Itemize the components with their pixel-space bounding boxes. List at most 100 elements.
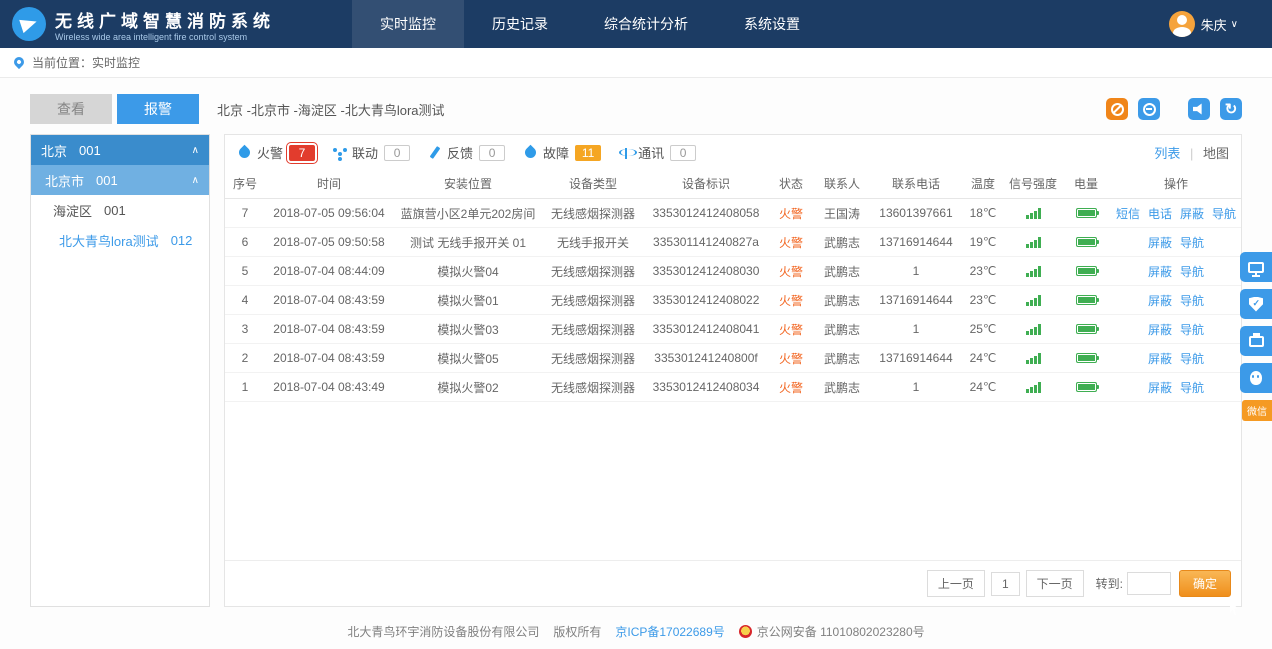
column-header: 电量	[1061, 175, 1111, 192]
refresh-icon[interactable]	[1220, 98, 1242, 120]
cell-device-id: 3353012412408041	[643, 322, 769, 336]
action-link[interactable]: 导航	[1180, 236, 1204, 250]
page-number-button[interactable]: 1	[991, 572, 1020, 596]
pagination: 上一页 1 下一页 转到: 确定	[225, 560, 1241, 606]
cell-device-id: 3353012412408058	[643, 206, 769, 220]
footer-police: 京公网安备 11010802023280号	[739, 623, 925, 640]
action-link[interactable]: 导航	[1180, 381, 1204, 395]
main-nav: 实时监控 历史记录 综合统计分析 系统设置	[352, 0, 828, 48]
action-link[interactable]: 导航	[1212, 207, 1236, 221]
column-header: 温度	[961, 175, 1005, 192]
user-menu[interactable]: 朱庆 ∨	[1169, 11, 1238, 37]
cell-device-type: 无线感烟探测器	[543, 205, 643, 222]
filter-fire-alarm[interactable]: 火警 7	[237, 143, 315, 162]
speaker-icon[interactable]	[1188, 98, 1210, 120]
nav-statistics[interactable]: 综合统计分析	[576, 0, 716, 48]
location-text: 当前位置：实时监控	[32, 54, 140, 71]
tree-item-haidian[interactable]: 海淀区 001	[31, 195, 209, 225]
action-link[interactable]: 短信	[1116, 207, 1140, 221]
page: 无线广域智慧消防系统 Wireless wide area intelligen…	[0, 0, 1272, 647]
cell-signal	[1005, 353, 1061, 364]
cell-contact: 武鹏志	[813, 321, 871, 338]
action-link[interactable]: 屏蔽	[1148, 294, 1172, 308]
table-row: 3 2018-07-04 08:43:59 模拟火警03 无线感烟探测器 335…	[225, 315, 1241, 344]
action-link[interactable]: 导航	[1180, 294, 1204, 308]
signal-strength-icon	[1026, 324, 1041, 335]
wechat-button[interactable]: 微信	[1242, 400, 1272, 421]
minus-circle-icon[interactable]	[1138, 98, 1160, 120]
table-row: 7 2018-07-05 09:56:04 蓝旗营小区2单元202房间 无线感烟…	[225, 199, 1241, 228]
police-record-link[interactable]: 京公网安备 11010802023280号	[757, 623, 925, 640]
action-link[interactable]: 屏蔽	[1148, 381, 1172, 395]
flame-icon	[237, 144, 253, 160]
action-link[interactable]: 导航	[1180, 323, 1204, 337]
monitor-tool-button[interactable]	[1240, 252, 1272, 282]
printer-tool-button[interactable]	[1240, 326, 1272, 356]
app-header: 无线广域智慧消防系统 Wireless wide area intelligen…	[0, 0, 1272, 48]
action-link[interactable]: 屏蔽	[1148, 323, 1172, 337]
ban-icon[interactable]	[1106, 98, 1128, 120]
cell-time: 2018-07-04 08:44:09	[265, 264, 393, 278]
qq-tool-button[interactable]	[1240, 363, 1272, 393]
view-map-toggle[interactable]: 地图	[1203, 146, 1229, 161]
cell-time: 2018-07-05 09:56:04	[265, 206, 393, 220]
cell-signal	[1005, 208, 1061, 219]
confirm-button[interactable]: 确定	[1179, 570, 1231, 597]
column-header: 时间	[265, 175, 393, 192]
location-bar: 当前位置：实时监控	[0, 48, 1272, 78]
action-link[interactable]: 屏蔽	[1148, 265, 1172, 279]
count-badge: 0	[670, 145, 696, 161]
cell-location: 测试 无线手报开关 01	[393, 234, 543, 251]
collapse-caret-icon: ∧	[192, 145, 199, 156]
view-list-toggle[interactable]: 列表	[1154, 146, 1180, 161]
prev-page-button[interactable]: 上一页	[927, 570, 985, 597]
tree-item-lora-test[interactable]: 北大青鸟lora测试 012	[31, 225, 209, 255]
toolbar: 查看 报警 北京 -北京市 -海淀区 -北大青鸟lora测试	[30, 94, 1242, 124]
tab-alarm[interactable]: 报警	[117, 94, 199, 124]
nav-realtime-monitoring[interactable]: 实时监控	[352, 0, 464, 48]
action-link[interactable]: 导航	[1180, 265, 1204, 279]
tree-item-beijing-city[interactable]: 北京市 001 ∧	[31, 165, 209, 195]
next-page-button[interactable]: 下一页	[1026, 570, 1084, 597]
cell-index: 2	[225, 351, 265, 365]
filter-comm[interactable]: 通讯 0	[619, 143, 696, 162]
avatar	[1169, 11, 1195, 37]
cell-device-type: 无线手报开关	[543, 234, 643, 251]
cell-device-type: 无线感烟探测器	[543, 321, 643, 338]
glyph	[1193, 103, 1205, 115]
nav-history[interactable]: 历史记录	[464, 0, 576, 48]
icp-link[interactable]: 京ICP备17022689号	[615, 623, 724, 640]
cell-location: 模拟火警05	[393, 350, 543, 367]
shield-tool-button[interactable]	[1240, 289, 1272, 319]
cell-actions: 屏蔽导航	[1111, 263, 1241, 280]
column-header: 联系人	[813, 175, 871, 192]
filter-fault[interactable]: 故障 11	[523, 143, 601, 162]
tab-view[interactable]: 查看	[30, 94, 112, 124]
tree-item-beijing[interactable]: 北京 001 ∧	[31, 135, 209, 165]
goto-page-input[interactable]	[1127, 572, 1171, 595]
signal-strength-icon	[1026, 295, 1041, 306]
app-logo: 无线广域智慧消防系统 Wireless wide area intelligen…	[0, 7, 352, 42]
filter-feedback[interactable]: 反馈 0	[428, 143, 505, 162]
cell-actions: 屏蔽导航	[1111, 350, 1241, 367]
cell-time: 2018-07-05 09:50:58	[265, 235, 393, 249]
action-link[interactable]: 电话	[1148, 207, 1172, 221]
cell-contact: 武鹏志	[813, 292, 871, 309]
cell-phone: 13716914644	[871, 235, 961, 249]
tree-item-count: 001	[104, 203, 126, 218]
logo-arrow-icon	[12, 7, 46, 41]
action-link[interactable]: 导航	[1180, 352, 1204, 366]
nav-settings[interactable]: 系统设置	[716, 0, 828, 48]
filter-linkage[interactable]: 联动 0	[333, 143, 410, 162]
action-link[interactable]: 屏蔽	[1148, 236, 1172, 250]
action-link[interactable]: 屏蔽	[1148, 352, 1172, 366]
action-link[interactable]: 屏蔽	[1180, 207, 1204, 221]
shield-icon	[1249, 297, 1263, 312]
filter-label: 联动	[352, 143, 378, 162]
cell-temperature: 18℃	[961, 206, 1005, 220]
cell-index: 6	[225, 235, 265, 249]
cell-device-id: 3353012412408030	[643, 264, 769, 278]
cell-phone: 1	[871, 264, 961, 278]
cell-signal	[1005, 237, 1061, 248]
cell-device-type: 无线感烟探测器	[543, 292, 643, 309]
